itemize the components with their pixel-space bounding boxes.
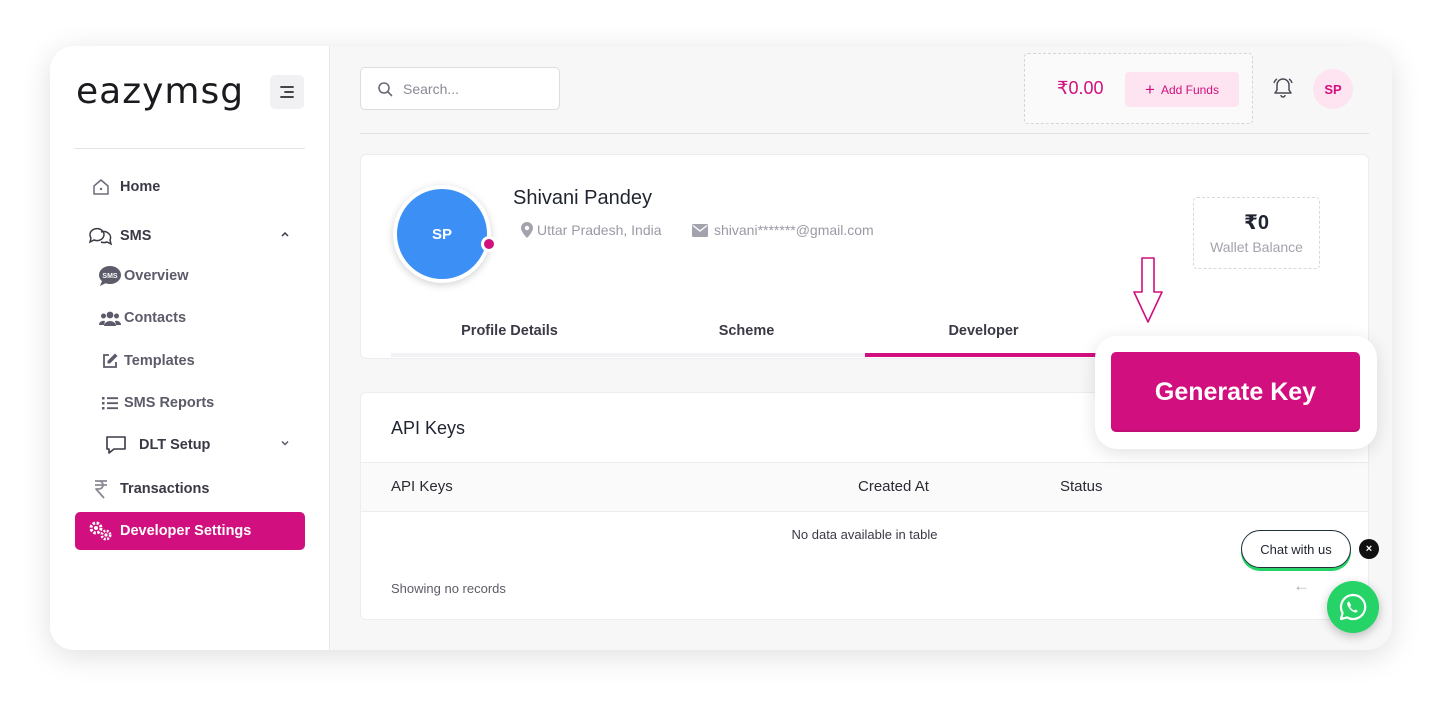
- sidebar-item-overview[interactable]: SMS Overview: [75, 257, 305, 295]
- profile-card: SP Shivani Pandey Uttar Pradesh, India s…: [360, 154, 1369, 359]
- generate-key-callout: Generate Key: [1095, 336, 1377, 449]
- chevron-down-icon: [281, 440, 289, 446]
- sidebar-item-contacts[interactable]: Contacts: [75, 299, 305, 337]
- sidebar-item-label: Templates: [124, 353, 195, 369]
- home-icon: [88, 177, 114, 197]
- profile-email-text: shivani*******@gmail.com: [714, 222, 874, 238]
- empty-table-message: No data available in table: [791, 527, 938, 542]
- api-keys-title: API Keys: [391, 418, 466, 438]
- tab-underline: [865, 353, 1102, 357]
- chevron-up-icon: [281, 231, 289, 237]
- wallet-balance-card: ₹0 Wallet Balance: [1193, 197, 1320, 269]
- whatsapp-icon: [1339, 593, 1367, 621]
- sidebar-item-label: Overview: [124, 268, 189, 284]
- tab-label: Developer: [948, 323, 1019, 339]
- sidebar-item-label: Transactions: [120, 481, 210, 497]
- mail-icon: [692, 223, 708, 237]
- sidebar-item-label: Developer Settings: [120, 523, 252, 539]
- search-box[interactable]: [360, 67, 560, 110]
- logo: eazymsg: [76, 71, 245, 112]
- sidebar-item-templates[interactable]: Templates: [75, 342, 305, 380]
- whatsapp-button[interactable]: [1327, 581, 1379, 633]
- tab-label: Scheme: [718, 323, 775, 339]
- plus-icon: +: [1145, 80, 1155, 99]
- users-icon: [97, 310, 123, 326]
- sidebar-item-dlt-setup[interactable]: DLT Setup: [75, 426, 305, 464]
- chat-with-us-button[interactable]: Chat with us: [1241, 530, 1351, 568]
- records-info: Showing no records: [391, 581, 506, 596]
- menu-icon: [280, 86, 294, 98]
- tab-underline: [391, 353, 628, 357]
- sidebar-item-label: Contacts: [124, 310, 187, 326]
- wallet-balance-label: Wallet Balance: [1210, 239, 1303, 255]
- edit-icon: [97, 352, 123, 370]
- chat-bubbles-icon: [88, 226, 114, 246]
- search-icon: [378, 81, 393, 96]
- svg-text:SMS: SMS: [102, 273, 118, 280]
- avatar[interactable]: SP: [1313, 69, 1353, 109]
- wallet-amount: ₹0.00: [1057, 78, 1104, 98]
- column-header-status[interactable]: Status: [1060, 478, 1103, 495]
- app-window: eazymsg Home SMS SMS Overview Contacts T…: [50, 46, 1392, 650]
- tab-developer[interactable]: Developer: [865, 321, 1102, 357]
- tab-profile-details[interactable]: Profile Details: [391, 321, 628, 357]
- profile-avatar: SP: [393, 185, 491, 283]
- sidebar-item-home[interactable]: Home: [75, 168, 305, 206]
- sidebar-toggle-button[interactable]: [270, 75, 304, 109]
- chat-close-button[interactable]: ×: [1359, 539, 1379, 559]
- sms-bubble-icon: SMS: [97, 265, 123, 287]
- column-header-api-keys[interactable]: API Keys: [391, 478, 453, 495]
- rupee-icon: [88, 479, 114, 499]
- sidebar-item-sms[interactable]: SMS: [75, 217, 305, 255]
- bell-icon[interactable]: [1272, 77, 1294, 99]
- sidebar: eazymsg Home SMS SMS Overview Contacts T…: [50, 46, 330, 650]
- generate-key-button[interactable]: Generate Key: [1111, 352, 1360, 432]
- sidebar-item-label: Home: [120, 179, 161, 195]
- pagination-prev-arrow[interactable]: ←: [1293, 576, 1310, 596]
- gears-icon: [88, 520, 114, 542]
- profile-email: shivani*******@gmail.com: [692, 222, 874, 238]
- table-header: API Keys Created At Status: [361, 462, 1368, 512]
- add-funds-label: Add Funds: [1160, 82, 1219, 97]
- message-square-icon: [103, 435, 129, 455]
- profile-name: Shivani Pandey: [513, 187, 652, 209]
- wallet-balance-value: ₹0: [1243, 212, 1270, 234]
- tab-label: Profile Details: [461, 323, 558, 339]
- tab-scheme[interactable]: Scheme: [628, 321, 865, 357]
- sidebar-item-label: SMS Reports: [124, 395, 215, 411]
- map-pin-icon: [521, 222, 533, 238]
- search-input[interactable]: [403, 80, 543, 97]
- list-icon: [97, 395, 123, 411]
- sidebar-item-sms-reports[interactable]: SMS Reports: [75, 384, 305, 422]
- profile-location: Uttar Pradesh, India: [521, 222, 662, 238]
- header-divider: [360, 133, 1369, 134]
- online-status-dot: [481, 236, 497, 252]
- column-header-created-at[interactable]: Created At: [858, 478, 929, 495]
- sidebar-item-label: SMS: [120, 228, 152, 244]
- sidebar-divider: [74, 148, 305, 149]
- arrow-down-icon: [1133, 257, 1163, 323]
- sidebar-item-label: DLT Setup: [139, 437, 211, 453]
- sidebar-item-developer-settings[interactable]: Developer Settings: [75, 512, 305, 550]
- sidebar-item-transactions[interactable]: Transactions: [75, 470, 305, 508]
- wallet-widget: ₹0.00 + Add Funds: [1024, 53, 1253, 124]
- profile-location-text: Uttar Pradesh, India: [537, 222, 662, 238]
- add-funds-button[interactable]: + Add Funds: [1125, 72, 1239, 107]
- tab-underline: [628, 353, 865, 357]
